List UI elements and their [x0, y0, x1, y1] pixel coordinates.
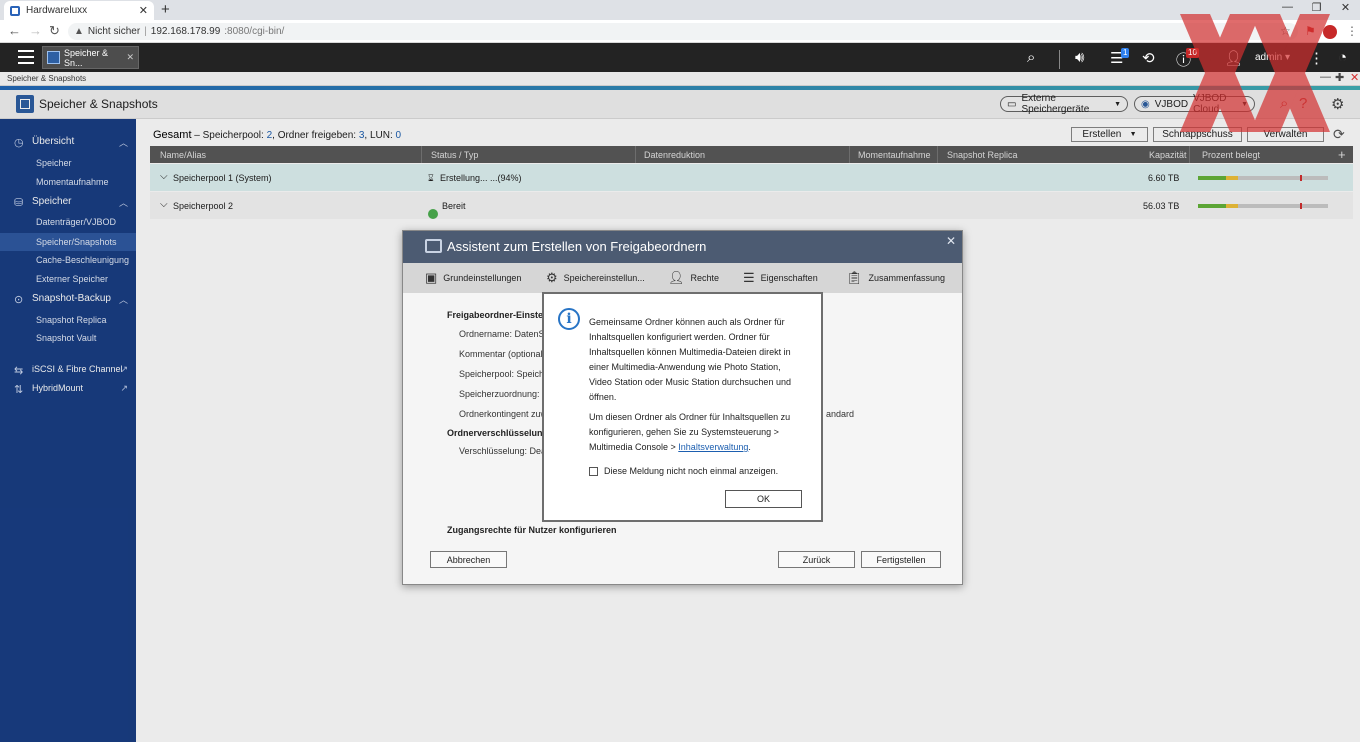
dialog-message: Gemeinsame Ordner können auch als Ordner… [589, 315, 799, 460]
close-tab-icon[interactable]: ✕ [139, 4, 148, 17]
minimize-icon[interactable]: — [1273, 1, 1302, 14]
checkbox-box[interactable] [589, 466, 598, 476]
cancel-button[interactable]: Abbrechen [430, 551, 507, 568]
user-lock-icon: 👤︎ [668, 270, 685, 285]
dont-show-again-checkbox[interactable]: Diese Meldung nicht noch einmal anzeigen… [589, 466, 778, 476]
maximize-icon[interactable]: ❐ [1302, 1, 1331, 14]
url-path: :8080/cgi-bin/ [224, 26, 285, 37]
more-icon[interactable]: ⋮ [1309, 49, 1324, 67]
tasks-badge: 1 [1121, 48, 1130, 58]
close-window-icon[interactable]: ✕ [1331, 1, 1360, 14]
url-host: 192.168.178.99 [150, 26, 221, 37]
url-field[interactable]: ▲ Nicht sicher | 192.168.178.99:8080/cgi… [68, 23, 1298, 40]
info-icon: i [558, 308, 580, 330]
field-comment: Kommentar (optional): [459, 349, 549, 359]
close-app-tab-icon[interactable]: ✕ [126, 52, 134, 63]
storage-app-icon [47, 51, 60, 64]
section-title: Freigabeordner-Einstell [447, 310, 549, 320]
app-minimize-icon[interactable]: — [1320, 71, 1331, 83]
wizard-steps: ▣ Grundeinstellungen ⚙ Speichereinstellun.… [403, 263, 962, 293]
app-window-bar: Speicher & Snapshots — ✚ ✕ [0, 71, 1360, 86]
qnap-favicon-icon [10, 5, 20, 16]
wizard-header: Assistent zum Erstellen von Freigabeordn… [403, 231, 962, 263]
finish-button[interactable]: Fertigstellen [861, 551, 941, 568]
qts-topbar: Speicher & Sn... ✕ ⌕ 🔊︎ ☰ 1 ⟲ ⓘ 10 👤︎ ad… [0, 43, 1360, 72]
bookmark-star-icon[interactable]: ☆ [1280, 24, 1291, 38]
address-bar: ← → ↻ ▲ Nicht sicher | 192.168.178.99:80… [0, 20, 1360, 43]
dialog-paragraph-1: Gemeinsame Ordner können auch als Ordner… [589, 317, 791, 402]
user-icon[interactable]: 👤︎ [1224, 49, 1243, 67]
user-name: admin [1255, 52, 1283, 63]
folder-icon [425, 239, 442, 253]
step-basic: ▣ Grundeinstellungen [425, 270, 522, 285]
warning-icon: ▲ [74, 26, 84, 37]
browser-menu-icon[interactable]: ⋮ [1346, 24, 1358, 38]
back-icon[interactable]: ← [8, 23, 21, 38]
new-tab-button[interactable]: + [161, 1, 170, 18]
app-tab-label: Speicher & Sn... [64, 47, 109, 68]
dashboard-icon[interactable]: ◔ [1338, 49, 1347, 66]
field-quota: Ordnerkontingent zuwe [459, 409, 553, 419]
section-title: Ordnerverschlüsselung [447, 428, 549, 438]
info-dialog: i Gemeinsame Ordner können auch als Ordn… [542, 292, 823, 522]
dialog-paragraph-2: Um diesen Ordner als Ordner für Inhaltsq… [589, 412, 791, 452]
gear-box-icon: ⚙ [546, 270, 558, 285]
app-maximize-icon[interactable]: ✚ [1335, 71, 1344, 84]
info-badge: 10 [1186, 48, 1199, 58]
user-menu[interactable]: admin ▾ [1255, 52, 1290, 63]
profile-avatar[interactable] [1323, 25, 1337, 39]
main-menu-icon[interactable] [18, 50, 34, 64]
extension-icon[interactable]: ⚑ [1305, 24, 1316, 38]
step-properties: ☰ Eigenschaften [743, 270, 818, 285]
app-taskbar-tab[interactable]: Speicher & Sn... ✕ [42, 46, 139, 69]
search-icon[interactable]: ⌕ [1027, 49, 1035, 66]
field-encryption: Verschlüsselung: Deakt [459, 446, 554, 456]
url-warning: Nicht sicher [87, 26, 141, 37]
reload-icon[interactable]: ↻ [49, 23, 60, 39]
step-summary: 📋︎ Zusammenfassung [846, 270, 946, 285]
content-management-link[interactable]: Inhaltsverwaltung [678, 442, 748, 452]
field-allocation: Speicherzuordnung: Th [459, 389, 553, 399]
window-controls: — ❐ ✕ [1273, 1, 1360, 14]
volume-icon[interactable]: 🔊︎ [1075, 49, 1084, 66]
forward-icon[interactable]: → [29, 23, 42, 38]
tab-title: Hardwareluxx [26, 5, 88, 16]
ok-button[interactable]: OK [725, 490, 802, 508]
field-quota-value: andard [826, 409, 855, 419]
step-rights: 👤︎ Rechte [668, 270, 720, 285]
app-window-label: Speicher & Snapshots [7, 74, 87, 83]
sync-icon[interactable]: ⟲ [1142, 49, 1155, 67]
app-close-icon[interactable]: ✕ [1350, 71, 1359, 84]
field-pool: Speicherpool: Speicher [459, 369, 553, 379]
clipboard-icon: 📋︎ [846, 270, 863, 285]
browser-tabstrip: Hardwareluxx ✕ + — ❐ ✕ [0, 0, 1360, 20]
back-button[interactable]: Zurück [778, 551, 855, 568]
browser-tab[interactable]: Hardwareluxx ✕ [4, 1, 154, 20]
wizard-title: Assistent zum Erstellen von Freigabeordn… [447, 239, 707, 254]
film-icon: ▣ [425, 270, 438, 285]
list-icon: ☰ [743, 270, 755, 285]
access-rights-label: Zugangsrechte für Nutzer konfigurieren [447, 525, 617, 535]
checkbox-label: Diese Meldung nicht noch einmal anzeigen… [604, 466, 779, 476]
close-icon[interactable]: ✕ [946, 234, 956, 248]
step-storage: ⚙ Speichereinstellun... [546, 270, 645, 285]
